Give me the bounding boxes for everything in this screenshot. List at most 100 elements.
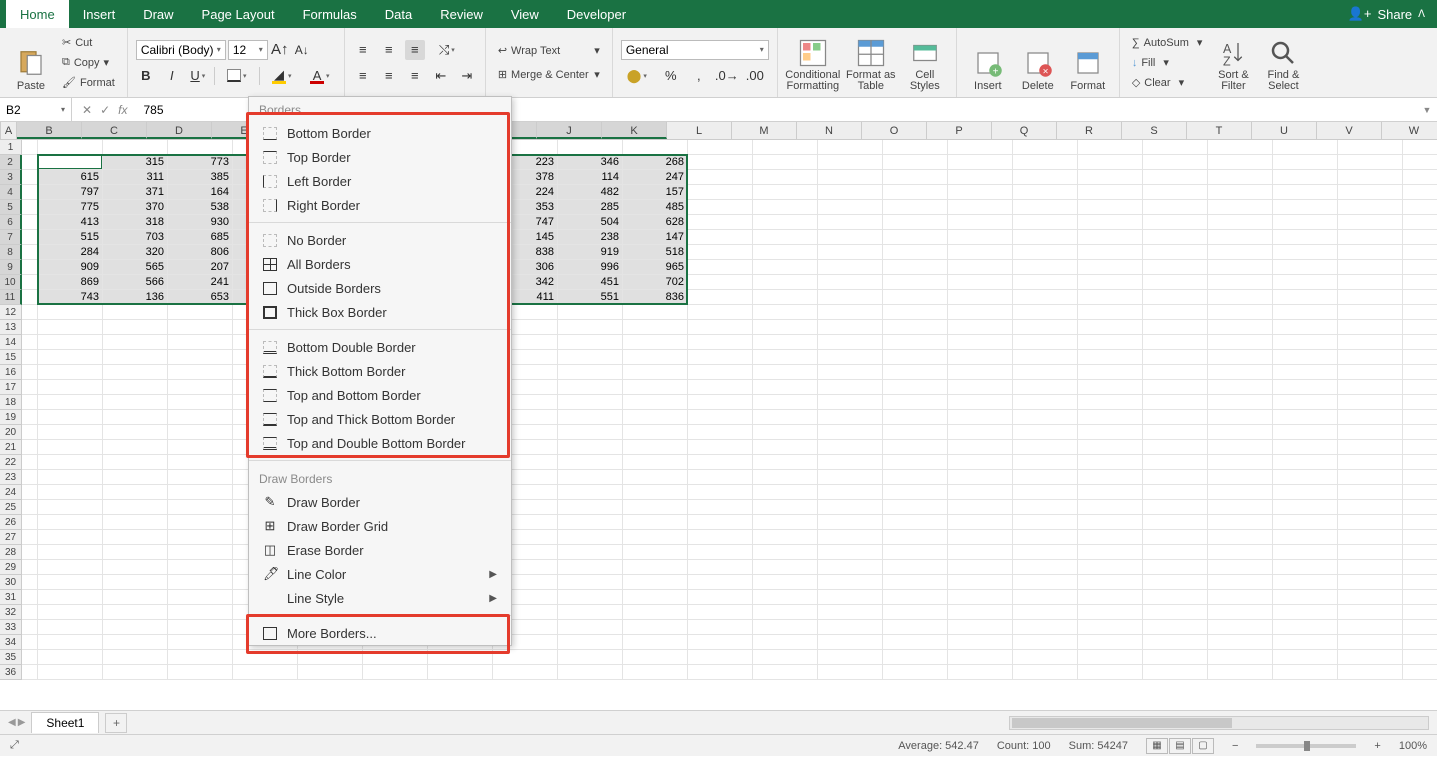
cell-R11[interactable] [1078,290,1143,305]
cell-T23[interactable] [1208,470,1273,485]
paste-button[interactable]: Paste [8,32,54,94]
cell-A25[interactable] [22,500,38,515]
cell-O36[interactable] [883,665,948,680]
cell-U26[interactable] [1273,515,1338,530]
cell-P8[interactable] [948,245,1013,260]
cell-L26[interactable] [688,515,753,530]
cell-D20[interactable] [168,425,233,440]
cell-V20[interactable] [1338,425,1403,440]
cell-B7[interactable]: 515 [38,230,103,245]
row-header-34[interactable]: 34 [0,635,22,650]
cell-Q16[interactable] [1013,365,1078,380]
cell-K28[interactable] [623,545,688,560]
cell-Q19[interactable] [1013,410,1078,425]
cell-U15[interactable] [1273,350,1338,365]
cell-R13[interactable] [1078,320,1143,335]
cell-W15[interactable] [1403,350,1437,365]
cell-M5[interactable] [753,200,818,215]
cell-S25[interactable] [1143,500,1208,515]
wrap-text-button[interactable]: ↩Wrap Text▾ [494,42,604,60]
cell-W33[interactable] [1403,620,1437,635]
cell-Q31[interactable] [1013,590,1078,605]
cell-A17[interactable] [22,380,38,395]
cell-P24[interactable] [948,485,1013,500]
cell-W7[interactable] [1403,230,1437,245]
cell-Q34[interactable] [1013,635,1078,650]
cell-U13[interactable] [1273,320,1338,335]
cell-N2[interactable] [818,155,883,170]
cell-S28[interactable] [1143,545,1208,560]
row-header-3[interactable]: 3 [0,170,22,185]
delete-button[interactable]: ×Delete [1015,32,1061,94]
cell-U3[interactable] [1273,170,1338,185]
cell-N19[interactable] [818,410,883,425]
cell-S18[interactable] [1143,395,1208,410]
italic-button[interactable]: I [162,66,182,86]
cell-P25[interactable] [948,500,1013,515]
row-header-35[interactable]: 35 [0,650,22,665]
cell-R30[interactable] [1078,575,1143,590]
cell-R4[interactable] [1078,185,1143,200]
cell-T7[interactable] [1208,230,1273,245]
cell-P19[interactable] [948,410,1013,425]
cell-R18[interactable] [1078,395,1143,410]
cell-N17[interactable] [818,380,883,395]
cell-S13[interactable] [1143,320,1208,335]
cell-U23[interactable] [1273,470,1338,485]
cell-L30[interactable] [688,575,753,590]
cell-J34[interactable] [558,635,623,650]
cell-W36[interactable] [1403,665,1437,680]
cell-W20[interactable] [1403,425,1437,440]
cell-K3[interactable]: 247 [623,170,688,185]
cell-Q1[interactable] [1013,140,1078,155]
cell-A35[interactable] [22,650,38,665]
cell-C21[interactable] [103,440,168,455]
cell-D21[interactable] [168,440,233,455]
cell-S12[interactable] [1143,305,1208,320]
cell-T6[interactable] [1208,215,1273,230]
cell-M34[interactable] [753,635,818,650]
cell-S33[interactable] [1143,620,1208,635]
cell-J24[interactable] [558,485,623,500]
cell-M1[interactable] [753,140,818,155]
cell-T30[interactable] [1208,575,1273,590]
cell-L15[interactable] [688,350,753,365]
border-item-top-and-double-bottom-border[interactable]: Top and Double Bottom Border [249,431,511,455]
cell-B16[interactable] [38,365,103,380]
cell-V11[interactable] [1338,290,1403,305]
cell-A16[interactable] [22,365,38,380]
cell-U16[interactable] [1273,365,1338,380]
row-header-33[interactable]: 33 [0,620,22,635]
cell-V23[interactable] [1338,470,1403,485]
cell-O35[interactable] [883,650,948,665]
cell-K10[interactable]: 702 [623,275,688,290]
number-format-select[interactable]: General▾ [621,40,769,60]
cell-T2[interactable] [1208,155,1273,170]
conditional-formatting-button[interactable]: Conditional Formatting [786,32,840,94]
cell-J30[interactable] [558,575,623,590]
cell-L7[interactable] [688,230,753,245]
format-painter-button[interactable]: 🖌Format [58,74,119,92]
cell-L24[interactable] [688,485,753,500]
cell-P17[interactable] [948,380,1013,395]
cell-W18[interactable] [1403,395,1437,410]
row-header-5[interactable]: 5 [0,200,22,215]
cell-N14[interactable] [818,335,883,350]
cell-O11[interactable] [883,290,948,305]
cell-O29[interactable] [883,560,948,575]
cell-O2[interactable] [883,155,948,170]
cell-U33[interactable] [1273,620,1338,635]
column-header-N[interactable]: N [797,122,862,139]
cell-W3[interactable] [1403,170,1437,185]
fx-icon[interactable]: fx [118,103,127,117]
cell-A20[interactable] [22,425,38,440]
cell-B26[interactable] [38,515,103,530]
cell-K27[interactable] [623,530,688,545]
border-item-top-and-bottom-border[interactable]: Top and Bottom Border [249,383,511,407]
cell-C29[interactable] [103,560,168,575]
cell-O32[interactable] [883,605,948,620]
cell-N24[interactable] [818,485,883,500]
cell-B11[interactable]: 743 [38,290,103,305]
cell-U10[interactable] [1273,275,1338,290]
cell-K17[interactable] [623,380,688,395]
